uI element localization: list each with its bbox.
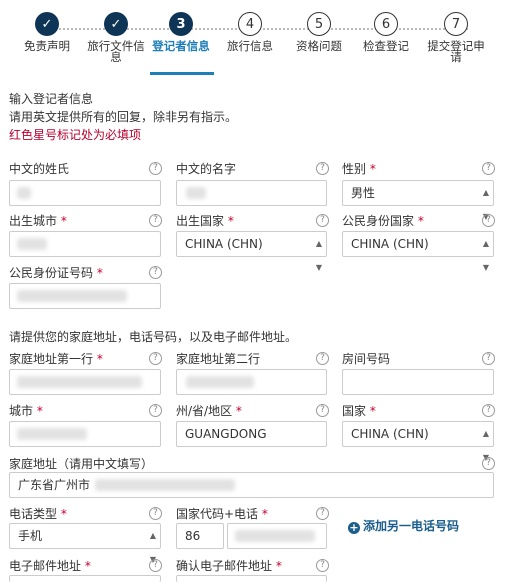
step-number: 6 (374, 12, 398, 36)
id-number-label: 公民身份证号码 * (9, 266, 103, 280)
redacted-text (186, 376, 254, 388)
redacted-text (17, 428, 87, 440)
help-icon[interactable]: ? (316, 352, 329, 365)
redacted-text (17, 238, 47, 250)
email-confirm-label: 确认电子邮件地址 * (176, 559, 282, 573)
email-input[interactable] (9, 575, 161, 582)
step-label: 提交登记申请 (427, 39, 485, 64)
address-chinese-input[interactable]: 广东省广州市 (9, 472, 494, 498)
help-icon[interactable]: ? (149, 507, 162, 520)
birth-city-label: 出生城市 * (9, 214, 67, 228)
state-label: 州/省/地区 * (176, 404, 242, 418)
redacted-text (17, 376, 142, 388)
redacted-text (235, 530, 315, 542)
step-submit[interactable]: 7 提交登记申请 (416, 12, 496, 63)
chevron-down-icon: ▲ ▼ (482, 239, 489, 272)
step-number: 7 (444, 12, 468, 36)
instructions: 请用英文提供所有的回复，除非另有指示。 (9, 110, 238, 124)
current-step-indicator (150, 72, 214, 75)
step-number: 3 (169, 12, 193, 36)
gender-select[interactable]: 男性 ▲ ▼ (342, 180, 494, 221)
redacted-text (17, 290, 127, 302)
gender-label: 性别 * (342, 162, 376, 176)
help-icon[interactable]: ? (482, 214, 495, 227)
help-icon[interactable]: ? (149, 214, 162, 227)
address-line1-label: 家庭地址第一行 * (9, 352, 103, 366)
redacted-text (186, 187, 206, 199)
phone-type-label: 电话类型 * (9, 507, 67, 521)
step-label: 免责声明 (24, 39, 70, 53)
citizen-country-select[interactable]: CHINA (CHN) ▲ ▼ (342, 231, 494, 272)
progress-steps: ✓ 免责声明 ✓ 旅行文件信息 3 登记者信息 4 旅行信息 5 资格问题 6 … (0, 0, 516, 78)
surname-input[interactable] (9, 180, 161, 206)
help-icon[interactable]: ? (316, 559, 329, 572)
phone-type-select[interactable]: 手机 ▲ ▼ (9, 523, 161, 564)
room-number-label: 房间号码 (342, 352, 391, 366)
help-icon[interactable]: ? (482, 404, 495, 417)
help-icon[interactable]: ? (149, 559, 162, 572)
help-icon[interactable]: ? (482, 457, 495, 470)
step-number: 4 (238, 12, 262, 36)
help-icon[interactable]: ? (316, 214, 329, 227)
citizen-country-label: 公民身份国家 * (342, 214, 424, 228)
step-registrant-info[interactable]: 3 登记者信息 (141, 12, 221, 52)
birth-country-select[interactable]: CHINA (CHN) ▲ ▼ (176, 231, 327, 272)
surname-label: 中文的姓氏 (9, 162, 70, 176)
check-icon: ✓ (104, 12, 128, 36)
form-heading: 输入登记者信息 (9, 92, 94, 106)
step-travel-info[interactable]: 4 旅行信息 (210, 12, 290, 52)
help-icon[interactable]: ? (316, 507, 329, 520)
state-input[interactable]: GUANGDONG (176, 421, 327, 447)
help-icon[interactable]: ? (149, 352, 162, 365)
help-icon[interactable]: ? (149, 162, 162, 175)
country-label: 国家 * (342, 404, 376, 418)
check-icon: ✓ (35, 12, 59, 36)
step-label: 旅行文件信息 (87, 39, 145, 64)
chevron-down-icon: ▲ ▼ (315, 239, 322, 272)
redacted-text (17, 187, 31, 199)
address-chinese-label: 家庭地址（请用中文填写） (9, 457, 154, 471)
step-number: 5 (307, 12, 331, 36)
address-instructions: 请提供您的家庭地址，电话号码，以及电子邮件地址。 (9, 330, 298, 344)
birth-country-label: 出生国家 * (176, 214, 234, 228)
country-code-input[interactable]: 86 (176, 523, 224, 549)
step-label: 登记者信息 (152, 39, 210, 53)
add-phone-link[interactable]: + 添加另一电话号码 (348, 517, 459, 534)
redacted-text (95, 479, 235, 491)
step-disclaimer[interactable]: ✓ 免责声明 (7, 12, 87, 52)
step-label: 旅行信息 (227, 39, 273, 53)
help-icon[interactable]: ? (316, 162, 329, 175)
help-icon[interactable]: ? (149, 266, 162, 279)
required-note: 红色星号标记处为必填项 (9, 128, 142, 142)
room-number-input[interactable] (342, 369, 494, 395)
step-review[interactable]: 6 检查登记 (346, 12, 426, 52)
email-confirm-input[interactable] (176, 575, 327, 582)
step-label: 检查登记 (363, 39, 409, 53)
help-icon[interactable]: ? (149, 404, 162, 417)
help-icon[interactable]: ? (316, 404, 329, 417)
country-select[interactable]: CHINA (CHN) ▲ ▼ (342, 421, 494, 462)
plus-icon: + (348, 521, 360, 534)
address-line2-label: 家庭地址第二行 (176, 352, 261, 366)
help-icon[interactable]: ? (482, 352, 495, 365)
help-icon[interactable]: ? (482, 162, 495, 175)
email-label: 电子邮件地址 * (9, 559, 91, 573)
phone-label: 国家代码+电话 * (176, 507, 268, 521)
city-label: 城市 * (9, 404, 43, 418)
given-name-label: 中文的名字 (176, 162, 237, 176)
